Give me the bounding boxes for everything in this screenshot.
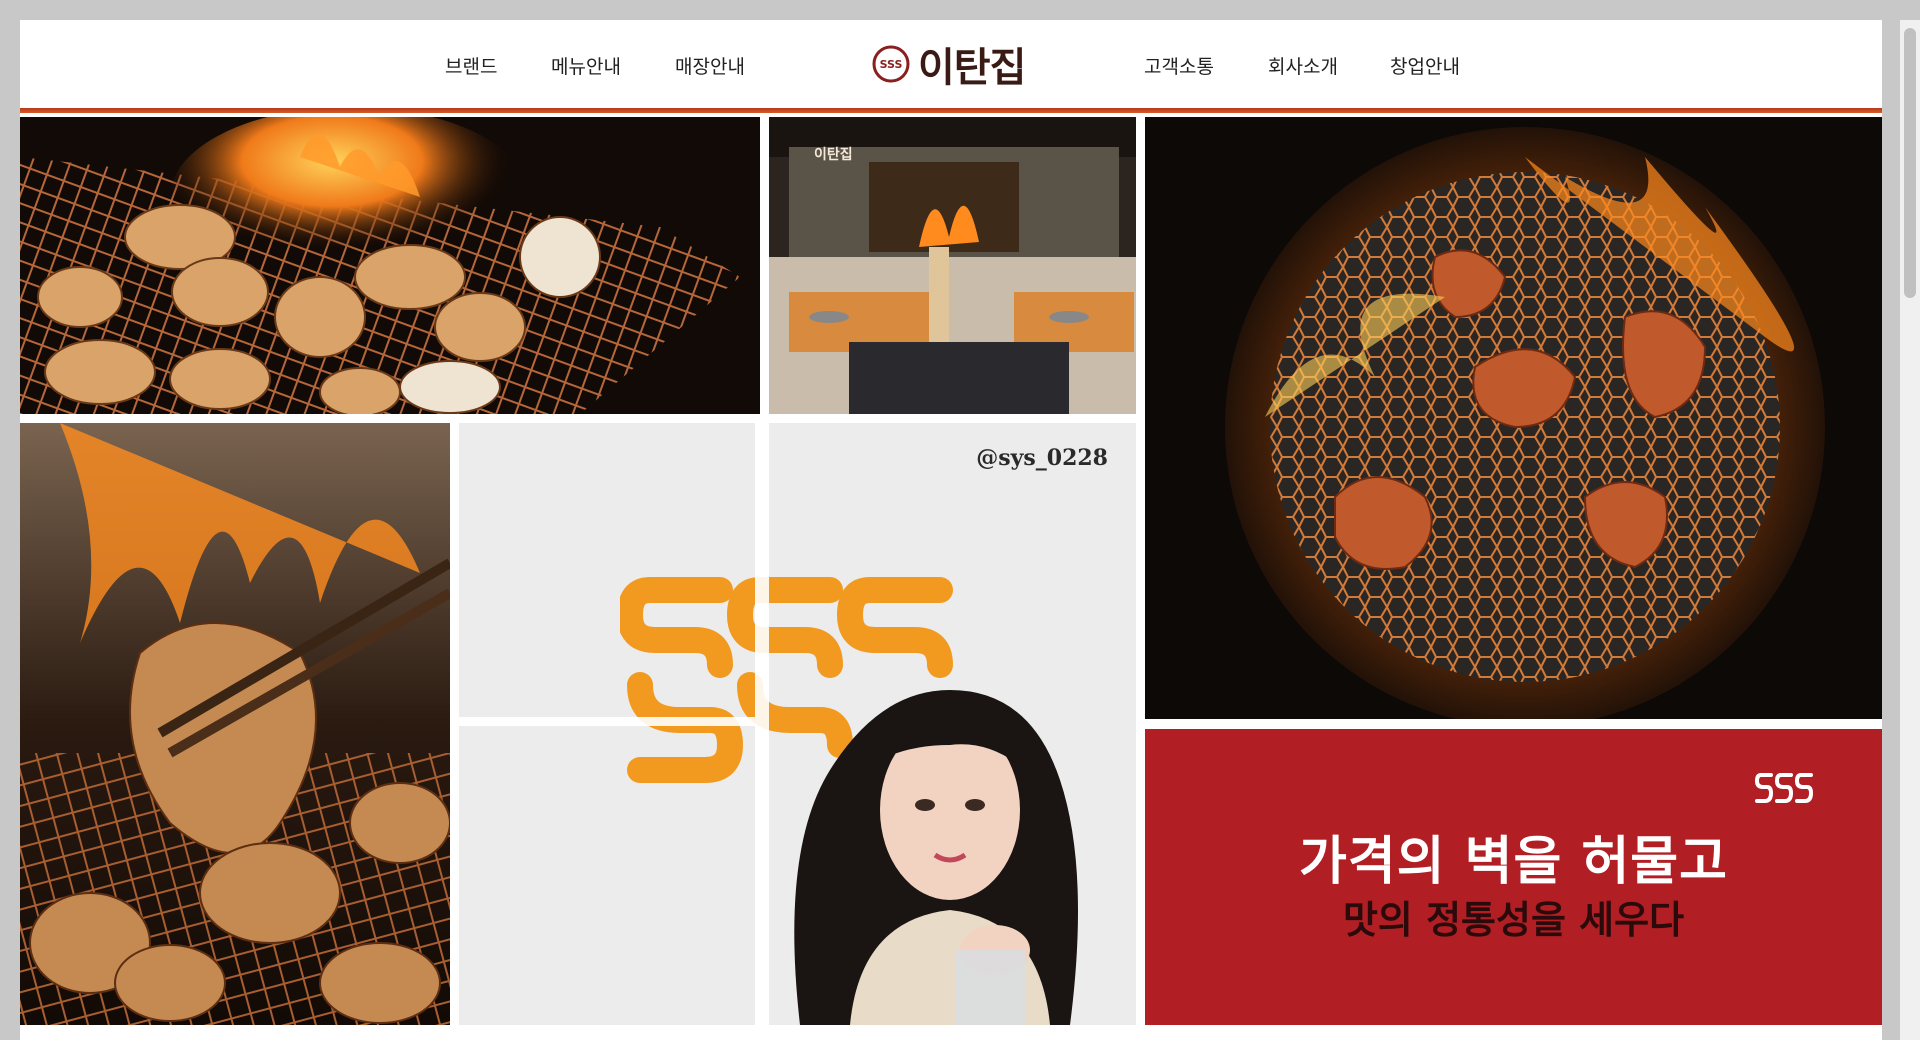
tile-gap-vertical [755, 423, 769, 1025]
grill-photo-tile[interactable] [20, 117, 760, 414]
promo-title: 가격의 벽을 허물고 [1299, 832, 1728, 892]
nav-menu[interactable]: 메뉴안내 [551, 52, 621, 79]
interior-photo-tile[interactable]: 이탄집 [769, 117, 1136, 414]
restaurant-interior-image: 이탄집 [769, 117, 1136, 414]
model-portrait-image [794, 690, 1078, 1025]
sss-logo-icon: SSS [872, 45, 910, 83]
nav-customer[interactable]: 고객소통 [1144, 52, 1214, 79]
chopsticks-photo-tile[interactable] [20, 423, 450, 1025]
round-grill-image [1145, 117, 1882, 719]
interior-sign-text: 이탄집 [814, 146, 853, 163]
header-divider [20, 108, 1882, 113]
vertical-scrollbar[interactable] [1900, 20, 1920, 1040]
scrollbar-thumb[interactable] [1904, 28, 1916, 298]
brand-logo[interactable]: SSS 이탄집 [872, 40, 1026, 91]
promo-banner-tile[interactable]: 가격의 벽을 허물고 맛의 정통성을 세우다 [1145, 729, 1882, 1025]
svg-text:SSS: SSS [880, 58, 903, 71]
logo-text: 이탄집 [918, 45, 1026, 91]
social-handle: @sys_0228 [976, 445, 1108, 471]
nav-store[interactable]: 매장안내 [675, 52, 745, 79]
nav-brand[interactable]: 브랜드 [445, 52, 497, 79]
sss-small-logo-icon [1755, 773, 1814, 803]
grilled-meat-image [20, 117, 760, 414]
round-grill-tile[interactable] [1145, 117, 1882, 719]
page-viewport: 브랜드 메뉴안내 매장안내 SSS 이탄집 고객소통 회사소개 창업안내 이탄집… [20, 20, 1882, 1040]
nav-franchise[interactable]: 창업안내 [1390, 52, 1460, 79]
promo-subtitle: 맛의 정통성을 세우다 [1342, 898, 1685, 942]
site-header: 브랜드 메뉴안내 매장안내 SSS 이탄집 고객소통 회사소개 창업안내 [20, 20, 1882, 110]
chopsticks-meat-image [20, 423, 450, 1025]
tile-gap-horizontal [459, 717, 755, 726]
nav-company[interactable]: 회사소개 [1268, 52, 1338, 79]
